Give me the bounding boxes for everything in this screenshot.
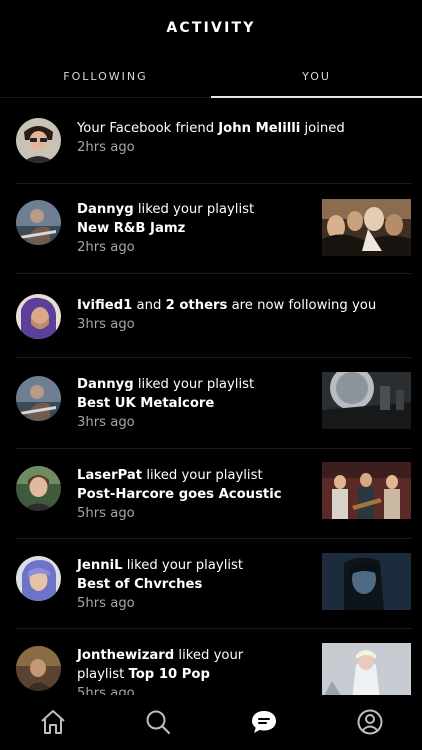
playlist-link[interactable]: New R&B Jamz [77,221,185,236]
timestamp: 5hrs ago [77,686,135,695]
username-link[interactable]: Jonthewizard [77,648,174,663]
list-item[interactable]: Your Facebook friend John Melilli joined… [0,98,422,184]
segmented-tabs: FOLLOWING YOU [0,60,422,98]
activity-text: Your Facebook friend John Melilli joined… [77,119,397,157]
username-link[interactable]: Dannyg [77,202,134,217]
tab-following[interactable]: FOLLOWING [0,60,211,98]
username-link[interactable]: JenniL [77,558,123,573]
playlist-thumbnail[interactable] [322,199,411,256]
timestamp: 2hrs ago [77,140,135,155]
activity-text: Jonthewizard liked your playlist Top 10 … [77,646,313,695]
activity-action: liked your playlist [133,377,255,392]
timestamp: 3hrs ago [77,317,135,332]
list-item[interactable]: Ivified1 and 2 others are now following … [0,274,422,358]
activity-text: JenniL liked your playlist Best of Chvrc… [77,556,313,613]
playlist-thumbnail[interactable] [322,462,411,519]
activity-text: Dannyg liked your playlist Best UK Metal… [77,375,313,432]
activity-action: liked your playlist [133,202,255,217]
avatar[interactable] [16,466,61,511]
timestamp: 5hrs ago [77,596,135,611]
activity-action: liked your [174,648,244,663]
activity-action: and [132,298,166,313]
avatar[interactable] [16,646,61,691]
playlist-link[interactable]: Best UK Metalcore [77,396,214,411]
activity-text: Ivified1 and 2 others are now following … [77,296,397,334]
username-link[interactable]: Dannyg [77,377,134,392]
playlist-link[interactable]: Best of Chvrches [77,577,202,592]
search-icon[interactable] [143,707,173,737]
list-item[interactable]: Dannyg liked your playlist New R&B Jamz … [0,184,422,274]
activity-action: joined [300,121,345,136]
activity-action-cont: playlist [77,667,129,682]
username-link[interactable]: John Melilli [218,121,300,136]
timestamp: 5hrs ago [77,506,135,521]
header: ACTIVITY [0,0,422,60]
avatar[interactable] [16,200,61,245]
list-item[interactable]: LaserPat liked your playlist Post-Harcor… [0,449,422,539]
profile-icon[interactable] [355,707,385,737]
timestamp: 3hrs ago [77,415,135,430]
activity-action: liked your playlist [122,558,244,573]
avatar[interactable] [16,376,61,421]
activity-text: LaserPat liked your playlist Post-Harcor… [77,466,313,523]
home-icon[interactable] [38,707,68,737]
page-title: ACTIVITY [166,20,256,36]
activity-text: Dannyg liked your playlist New R&B Jamz … [77,200,313,257]
activity-prefix: Your Facebook friend [77,121,219,136]
activity-action: liked your playlist [142,468,263,483]
list-item[interactable]: Jonthewizard liked your playlist Top 10 … [0,629,422,695]
playlist-link[interactable]: Top 10 Pop [128,667,209,682]
list-item[interactable]: JenniL liked your playlist Best of Chvrc… [0,539,422,629]
chat-bubble-icon[interactable] [249,707,279,737]
username-link[interactable]: LaserPat [77,468,142,483]
playlist-link[interactable]: Post-Harcore goes Acoustic [77,487,282,502]
activity-feed[interactable]: Your Facebook friend John Melilli joined… [0,98,422,695]
bottom-tab-bar [0,695,422,750]
avatar[interactable] [16,294,61,339]
playlist-thumbnail[interactable] [322,372,411,429]
tab-you[interactable]: YOU [211,60,422,98]
username-link[interactable]: Ivified1 [77,298,132,313]
others-link[interactable]: 2 others [166,298,228,313]
playlist-thumbnail[interactable] [322,643,411,695]
timestamp: 2hrs ago [77,240,135,255]
avatar[interactable] [16,556,61,601]
activity-suffix: are now following you [227,298,377,313]
avatar[interactable] [16,118,61,163]
list-item[interactable]: Dannyg liked your playlist Best UK Metal… [0,358,422,449]
playlist-thumbnail[interactable] [322,553,411,610]
